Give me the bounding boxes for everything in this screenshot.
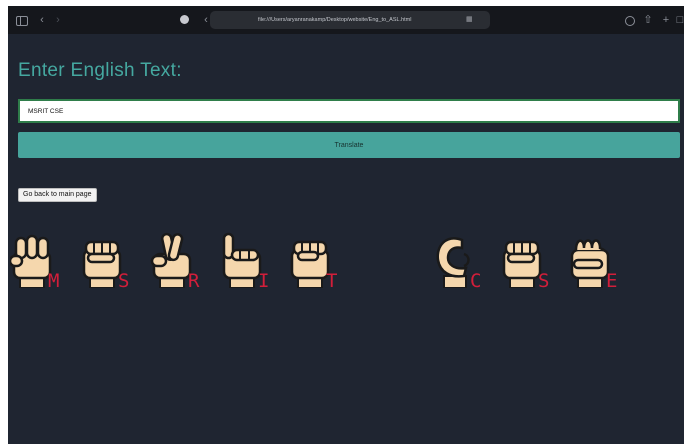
sign-i: I — [220, 226, 290, 306]
download-icon[interactable] — [622, 12, 638, 28]
sign-m: M — [10, 226, 80, 306]
address-bar-url: file:///Users/aryanranakamp/Desktop/webs… — [258, 17, 412, 23]
page-title: Enter English Text: — [18, 60, 182, 81]
shield-icon[interactable] — [176, 12, 192, 28]
english-text-input[interactable] — [18, 99, 680, 123]
forward-icon[interactable]: › — [50, 12, 66, 28]
translate-icon[interactable]: ▦ — [466, 14, 473, 26]
sign-letter: T — [326, 270, 338, 292]
translate-button[interactable]: Translate — [18, 132, 680, 158]
address-bar[interactable]: file:///Users/aryanranakamp/Desktop/webs… — [210, 11, 490, 29]
back-icon[interactable]: ‹ — [34, 12, 50, 28]
sign-s2: S — [500, 226, 570, 306]
sign-letter: E — [606, 270, 618, 292]
sign-letter: I — [258, 270, 270, 292]
sign-letter: S — [538, 270, 550, 292]
sign-letter: R — [188, 270, 200, 292]
sign-r: R — [150, 226, 220, 306]
sign-s: S — [80, 226, 150, 306]
sidebar-icon[interactable] — [14, 12, 30, 28]
browser-window: ‹ › ‹ file:///Users/aryanranakamp/Deskto… — [8, 6, 684, 444]
back-to-main-button[interactable]: Go back to main page — [18, 188, 97, 202]
sign-letter: S — [118, 270, 130, 292]
sign-t: T — [288, 226, 358, 306]
sign-letter: M — [48, 270, 60, 292]
share-icon[interactable]: ⇧ — [640, 12, 656, 28]
tabs-icon[interactable]: □ — [672, 12, 684, 28]
sign-e: E — [568, 226, 638, 306]
browser-toolbar: ‹ › ‹ file:///Users/aryanranakamp/Deskto… — [8, 6, 684, 34]
sign-c: C — [432, 226, 502, 306]
sign-output: M S R I T C S E — [8, 226, 684, 306]
sign-letter: C — [470, 270, 482, 292]
